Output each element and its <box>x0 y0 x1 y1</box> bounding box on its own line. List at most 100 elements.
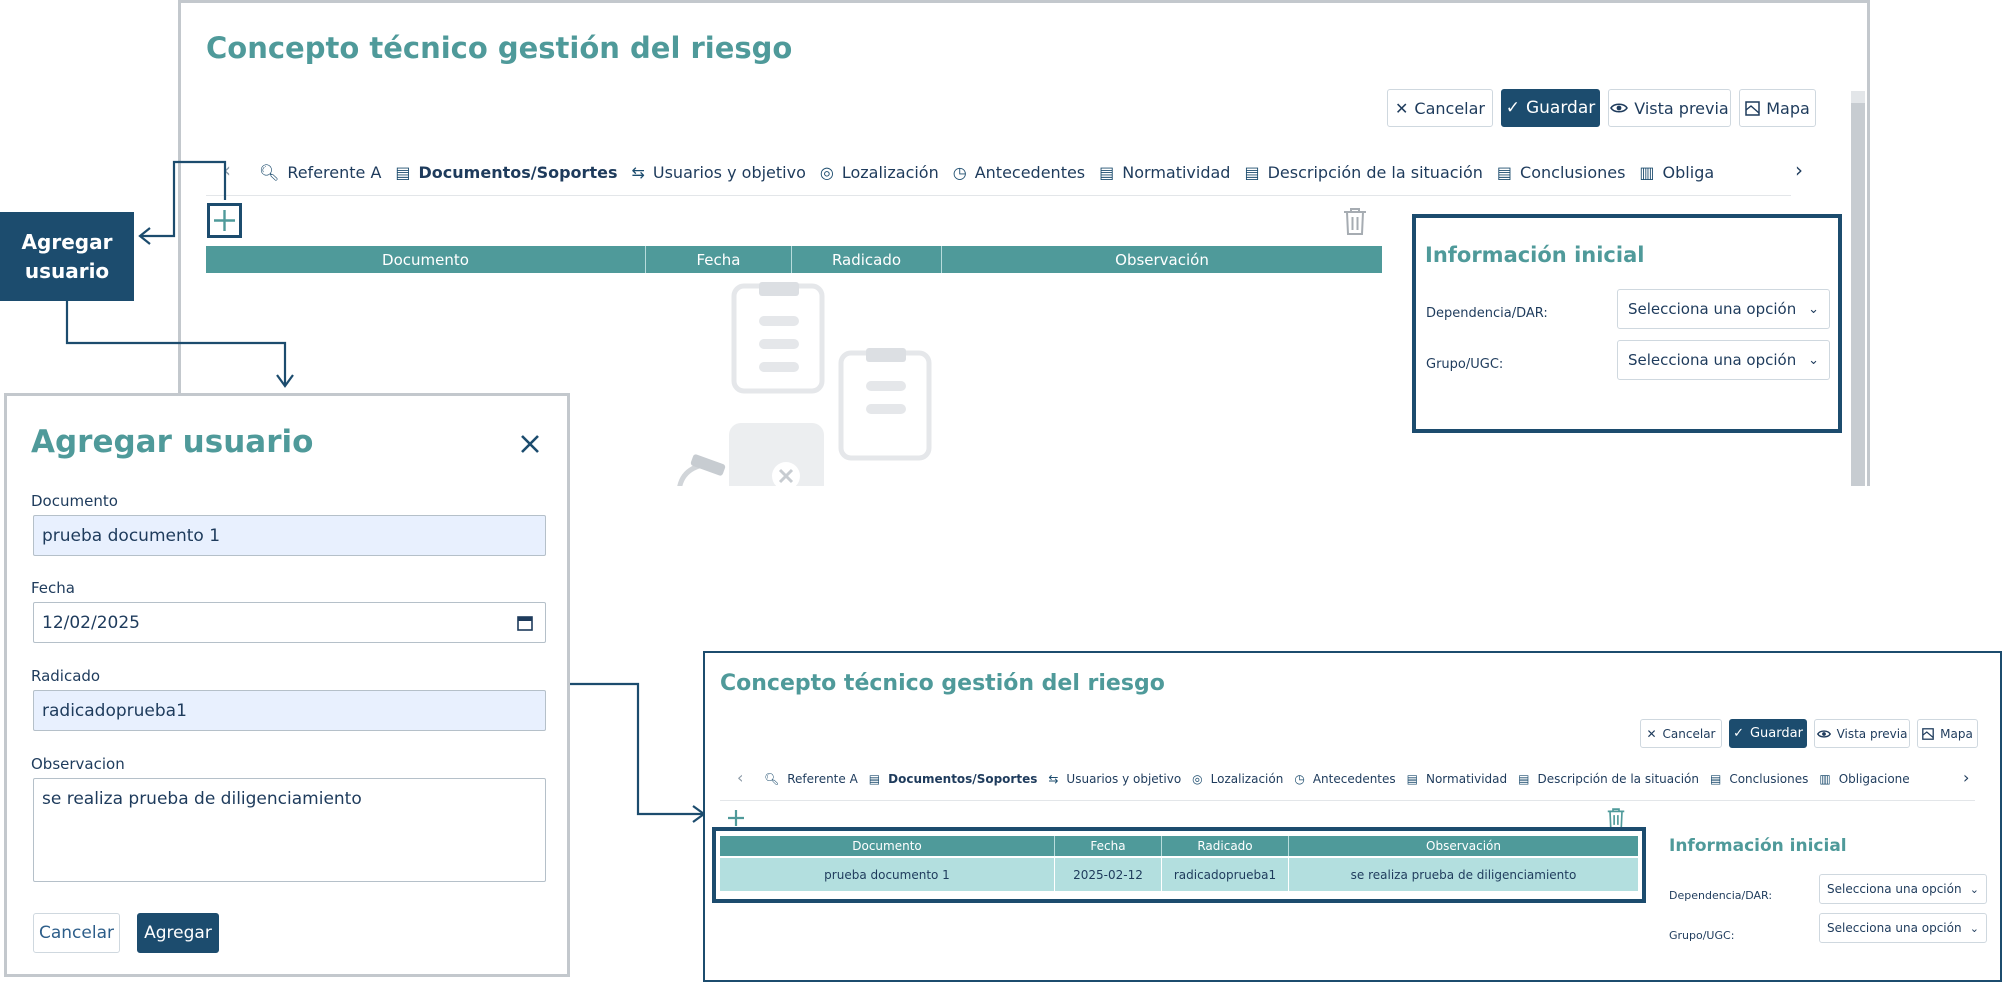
plus-icon <box>214 210 235 231</box>
result-page-title: Concepto técnico gestión del riesgo <box>720 671 1165 696</box>
table-row[interactable]: prueba documento 1 2025-02-12 radicadopr… <box>720 858 1638 891</box>
chevron-down-icon: ⌄ <box>1969 921 1979 935</box>
radicado-input[interactable]: radicadoprueba1 <box>33 690 546 731</box>
add-document-button[interactable] <box>207 203 242 238</box>
tab-usuarios-objetivo[interactable]: ⇆ Usuarios y objetivo <box>631 163 805 182</box>
info-panel-title: Información inicial <box>1425 243 1645 267</box>
result-cancel-button[interactable]: ✕ Cancelar <box>1640 719 1722 748</box>
result-tab-divider <box>720 800 1975 801</box>
tab-obligaciones[interactable]: ▥ Obligacione <box>1639 163 1714 182</box>
result-dependencia-select[interactable]: Selecciona una opción ⌄ <box>1819 874 1987 904</box>
history-icon: ◷ <box>952 162 967 182</box>
document-icon: ▤ <box>1709 772 1722 786</box>
document-icon: ▤ <box>868 772 881 786</box>
tab-divider <box>206 195 1791 196</box>
save-button[interactable]: ✓ Guardar <box>1501 89 1600 127</box>
tab-documentos-soportes[interactable]: ▤ Documentos/Soportes <box>395 163 617 182</box>
close-icon[interactable] <box>520 434 540 454</box>
grupo-select[interactable]: Selecciona una opción ⌄ <box>1617 340 1830 380</box>
tab-localizacion[interactable]: ◎ Lozalización <box>820 163 939 182</box>
table-cell: 2025-02-12 <box>1055 858 1162 891</box>
document-icon: ▤ <box>1496 162 1513 182</box>
column-header: Fecha <box>646 246 792 273</box>
close-icon: ✕ <box>1395 98 1409 118</box>
tab-documentos-soportes[interactable]: ▤ Documentos/Soportes <box>869 772 1038 786</box>
cancel-button[interactable]: ✕ Cancelar <box>1387 89 1493 127</box>
eye-icon <box>1816 729 1831 738</box>
column-header: Observación <box>1426 839 1501 853</box>
scrollbar-thumb[interactable] <box>1851 103 1865 486</box>
tab-conclusiones[interactable]: ▤ Conclusiones <box>1710 772 1808 786</box>
search-document-icon: 🔍︎ <box>259 162 280 182</box>
documento-input[interactable]: prueba documento 1 <box>33 515 546 556</box>
documento-label: Documento <box>31 492 118 510</box>
swap-arrows-icon: ⇆ <box>631 162 645 182</box>
clipboard-icon: ▥ <box>1639 162 1655 182</box>
swap-arrows-icon: ⇆ <box>1048 772 1059 786</box>
result-save-button[interactable]: ✓ Guardar <box>1729 719 1807 748</box>
result-tabs-prev-chevron-icon[interactable]: ‹ <box>737 768 743 787</box>
agregar-usuario-callout: Agregar usuario <box>0 212 134 301</box>
observacion-label: Observacion <box>31 755 125 773</box>
grupo-label: Grupo/UGC: <box>1426 357 1504 372</box>
tabs-next-chevron-icon[interactable]: › <box>1795 158 1803 182</box>
tab-antecedentes[interactable]: ◷ Antecedentes <box>953 163 1085 182</box>
result-plus-icon[interactable] <box>727 809 745 827</box>
tab-localizacion[interactable]: ◎ Lozalización <box>1192 772 1283 786</box>
preview-button[interactable]: Vista previa <box>1608 89 1731 127</box>
target-icon: ◎ <box>1192 772 1203 786</box>
map-button[interactable]: Mapa <box>1739 89 1816 127</box>
result-trash-icon[interactable] <box>1607 808 1625 829</box>
fecha-input[interactable]: 12/02/2025 <box>33 602 546 643</box>
map-icon <box>1745 100 1760 116</box>
agregar-usuario-modal: Agregar usuario Documento prueba documen… <box>4 393 570 977</box>
dependencia-select[interactable]: Selecciona una opción ⌄ <box>1617 289 1830 329</box>
tab-normatividad[interactable]: ▤ Normatividad <box>1407 772 1508 786</box>
observacion-textarea[interactable]: se realiza prueba de diligenciamiento <box>33 778 546 882</box>
eye-icon <box>1610 103 1629 113</box>
fecha-label: Fecha <box>31 579 75 597</box>
documents-table-header: Documento Fecha Radicado Observación <box>206 246 1382 273</box>
map-icon <box>1922 727 1934 740</box>
document-icon: ▤ <box>1099 162 1115 182</box>
tab-descripcion[interactable]: ▤ Descripción de la situación <box>1244 163 1482 182</box>
tab-referente[interactable]: 🔍︎ Referente A <box>259 163 381 182</box>
clipboard-icon: ▥ <box>1819 772 1831 786</box>
trash-icon[interactable] <box>1343 208 1367 235</box>
tab-obligaciones[interactable]: ▥ Obligacione <box>1819 772 1909 786</box>
tab-referente[interactable]: 🔍︎ Referente A <box>764 772 858 786</box>
search-document-icon: 🔍︎ <box>764 772 780 786</box>
tab-conclusiones[interactable]: ▤ Conclusiones <box>1497 163 1626 182</box>
calendar-icon[interactable] <box>517 615 533 631</box>
tabs-prev-chevron-icon[interactable]: ‹ <box>223 158 231 182</box>
result-preview-button[interactable]: Vista previa <box>1814 719 1910 748</box>
close-icon: ✕ <box>1646 726 1657 741</box>
chevron-down-icon: ⌄ <box>1808 352 1819 368</box>
column-header: Fecha <box>1055 836 1162 856</box>
scrollbar[interactable] <box>1851 91 1865 486</box>
result-tabs-next-chevron-icon[interactable]: › <box>1963 768 1969 787</box>
column-header: Observación <box>1115 250 1209 269</box>
chevron-down-icon: ⌄ <box>1969 882 1979 896</box>
tab-descripcion[interactable]: ▤ Descripción de la situación <box>1518 772 1699 786</box>
table-cell: se realiza prueba de diligenciamiento <box>1350 867 1577 882</box>
tab-normatividad[interactable]: ▤ Normatividad <box>1099 163 1230 182</box>
document-icon: ▤ <box>1244 162 1260 182</box>
target-icon: ◎ <box>819 162 834 182</box>
empty-state-illustration <box>677 282 932 486</box>
document-icon: ▤ <box>395 162 411 182</box>
document-icon: ▤ <box>1406 772 1418 786</box>
modal-title: Agregar usuario <box>31 424 314 460</box>
result-dependencia-label: Dependencia/DAR: <box>1669 889 1773 902</box>
column-header: Documento <box>206 246 646 273</box>
result-table-header: Documento Fecha Radicado Observación <box>720 836 1638 856</box>
tab-antecedentes[interactable]: ◷ Antecedentes <box>1294 772 1395 786</box>
modal-cancel-button[interactable]: Cancelar <box>33 913 120 953</box>
result-grupo-select[interactable]: Selecciona una opción ⌄ <box>1819 913 1987 943</box>
result-form-panel: Concepto técnico gestión del riesgo ✕ Ca… <box>703 651 2002 982</box>
tab-usuarios-objetivo[interactable]: ⇆ Usuarios y objetivo <box>1048 772 1181 786</box>
chevron-down-icon: ⌄ <box>1808 301 1819 317</box>
result-map-button[interactable]: Mapa <box>1917 719 1978 748</box>
modal-add-button[interactable]: Agregar <box>137 913 219 953</box>
column-header: Documento <box>720 836 1055 856</box>
